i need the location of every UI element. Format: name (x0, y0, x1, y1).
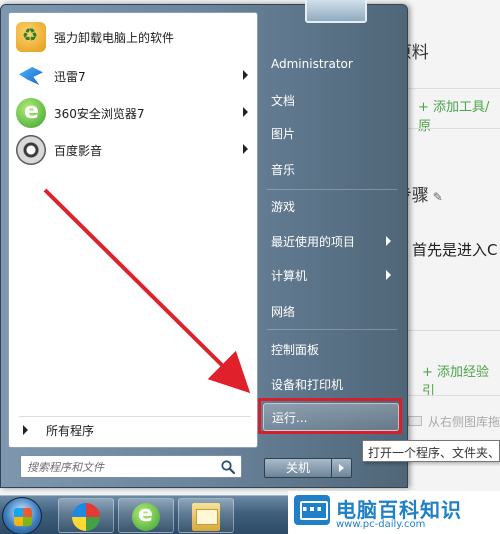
right-item-label: 游戏 (271, 199, 296, 214)
uninstall-icon (16, 22, 46, 52)
divider (395, 128, 500, 129)
edit-pencil-icon[interactable]: ✎ (433, 190, 443, 204)
divider (19, 416, 251, 417)
add-experience-link[interactable]: + 添加经验引 (422, 361, 500, 399)
right-item-label: 计算机 (271, 268, 308, 283)
submenu-arrow-icon[interactable] (243, 107, 248, 117)
right-item-label: 文档 (271, 93, 296, 108)
drag-image-hint: 从右侧图库拖 (428, 415, 500, 429)
right-item-computer[interactable]: 计算机 (263, 260, 399, 290)
submenu-arrow-icon[interactable] (243, 70, 248, 80)
user-picture[interactable] (305, 0, 367, 23)
divider (267, 329, 397, 330)
search-box[interactable] (20, 455, 242, 478)
image-placeholder-icon (408, 416, 422, 426)
folder-icon (192, 503, 220, 531)
program-item-thunder[interactable]: 迅雷7 (12, 58, 254, 94)
shutdown-button[interactable]: 关机 (264, 458, 332, 478)
divider (395, 395, 500, 396)
search-input[interactable] (27, 459, 217, 475)
submenu-arrow-icon (386, 270, 391, 280)
shutdown-options-button[interactable] (332, 458, 352, 478)
taskbar-item[interactable] (178, 498, 234, 533)
360-browser-icon (16, 98, 46, 128)
right-item-label: 控制面板 (271, 342, 320, 357)
right-item-label: 图片 (271, 126, 296, 141)
program-label: 百度影音 (54, 143, 103, 158)
right-item-network[interactable]: 网络 (263, 296, 399, 326)
right-item-documents[interactable]: 文档 (263, 85, 399, 115)
right-item-recent-items[interactable]: 最近使用的项目 (263, 226, 399, 256)
right-item-label: 音乐 (271, 162, 296, 177)
right-item-devices-printers[interactable]: 设备和打印机 (263, 369, 399, 399)
divider (395, 88, 500, 89)
baidu-player-icon (16, 135, 46, 165)
right-item-administrator[interactable]: Administrator (263, 49, 399, 79)
start-button[interactable] (2, 497, 42, 534)
program-item-baidu-player[interactable]: 百度影音 (12, 132, 254, 168)
run-tooltip: 打开一个程序、文件夹、文 (362, 440, 500, 462)
program-label: 360安全浏览器7 (54, 106, 145, 121)
all-programs-label: 所有程序 (46, 423, 95, 438)
run-highlight-box (258, 398, 402, 434)
right-item-music[interactable]: 音乐 (263, 154, 399, 184)
right-item-games[interactable]: 游戏 (263, 191, 399, 221)
watermark-url: www.pc-daily.com (336, 519, 426, 530)
arrow-right-icon (23, 425, 28, 435)
right-item-label: 设备和打印机 (271, 377, 344, 392)
program-label: 迅雷7 (54, 69, 86, 84)
program-label: 强力卸载电脑上的软件 (54, 30, 175, 45)
step-text: 首先是进入C (412, 241, 498, 259)
right-item-pictures[interactable]: 图片 (263, 118, 399, 148)
monitor-logo-icon (294, 495, 330, 525)
360-browser-icon (132, 502, 160, 531)
submenu-arrow-icon (386, 236, 391, 246)
right-item-control-panel[interactable]: 控制面板 (263, 334, 399, 364)
programs-pane: 强力卸载电脑上的软件 迅雷7 360安全浏览器7 百度影音 所有程序 (8, 12, 258, 448)
all-programs-button[interactable]: 所有程序 (12, 418, 254, 442)
taskbar-item[interactable] (58, 498, 114, 533)
program-item-360-browser[interactable]: 360安全浏览器7 (12, 95, 254, 131)
program-item-uninstaller[interactable]: 强力卸载电脑上的软件 (12, 19, 254, 55)
search-icon[interactable] (220, 459, 236, 475)
divider (395, 330, 500, 331)
submenu-arrow-icon[interactable] (243, 144, 248, 154)
taskbar-item[interactable] (118, 498, 174, 533)
pinwheel-icon (72, 503, 100, 531)
watermark: 电脑百科知识 www.pc-daily.com (288, 491, 500, 534)
thunder-icon (16, 61, 46, 91)
right-item-label: Administrator (271, 57, 353, 71)
right-item-label: 最近使用的项目 (271, 234, 356, 249)
right-item-label: 网络 (271, 304, 296, 319)
divider (267, 189, 397, 190)
